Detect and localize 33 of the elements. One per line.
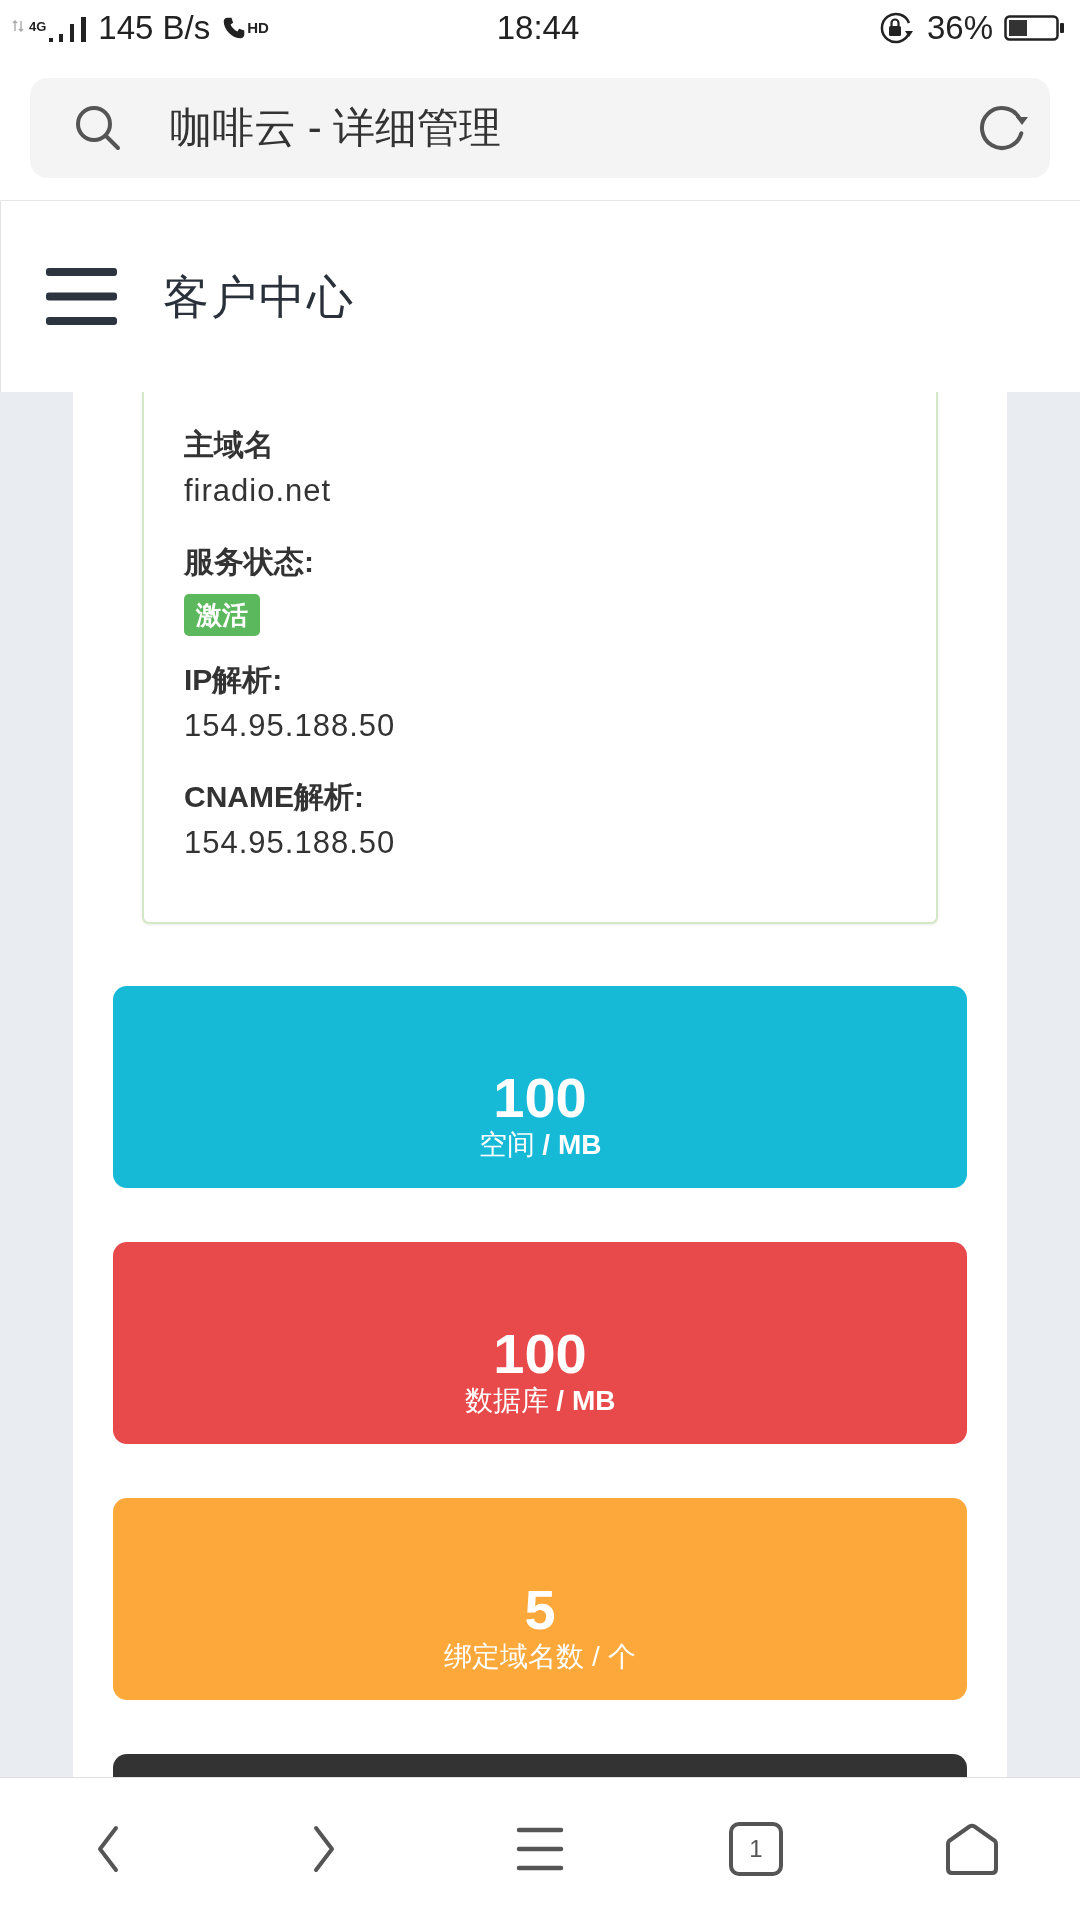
field-label: IP解析: bbox=[184, 662, 284, 698]
stat-value: 5 bbox=[524, 1580, 556, 1640]
field-label: 主域名 bbox=[184, 427, 275, 463]
battery-percent: 36% bbox=[926, 8, 993, 48]
field-value: 154.95.188.50 bbox=[184, 707, 397, 745]
stat-value: 100 bbox=[493, 1068, 587, 1128]
search-icon[interactable] bbox=[74, 104, 122, 152]
address-bar[interactable]: 咖啡云 - 详细管理 bbox=[30, 78, 1050, 178]
data-activity-icon bbox=[12, 20, 24, 32]
clock-time: 18:44 bbox=[496, 8, 580, 48]
stat-value: 100 bbox=[493, 1324, 587, 1384]
stat-label: 数据库 / MB bbox=[464, 1384, 616, 1418]
stat-label: 空间 / MB bbox=[478, 1128, 602, 1162]
network-type-label: 4G bbox=[29, 20, 47, 33]
hd-call-label: HD bbox=[247, 20, 269, 35]
battery-icon bbox=[1004, 15, 1064, 41]
header-title: 客户中心 bbox=[163, 269, 355, 325]
field-value: firadio.net bbox=[184, 472, 333, 510]
field-label: CNAME解析: bbox=[184, 779, 365, 815]
phone-icon bbox=[222, 15, 247, 41]
tabs-button[interactable]: 1 bbox=[729, 1822, 783, 1876]
status-badge: 激活 bbox=[184, 594, 260, 636]
menu-icon[interactable] bbox=[516, 1827, 564, 1871]
page-title: 咖啡云 - 详细管理 bbox=[170, 103, 502, 153]
field-label: 服务状态: bbox=[184, 544, 315, 580]
menu-icon[interactable] bbox=[46, 268, 117, 325]
signal-icon bbox=[49, 16, 87, 42]
field-value: 154.95.188.50 bbox=[184, 824, 397, 862]
chevron-right-icon[interactable] bbox=[313, 1825, 335, 1873]
chevron-left-icon[interactable] bbox=[97, 1825, 119, 1873]
stat-label: 绑定域名数 / 个 bbox=[444, 1640, 636, 1674]
home-icon[interactable] bbox=[944, 1821, 1000, 1877]
data-speed: 145 B/s bbox=[98, 8, 211, 48]
